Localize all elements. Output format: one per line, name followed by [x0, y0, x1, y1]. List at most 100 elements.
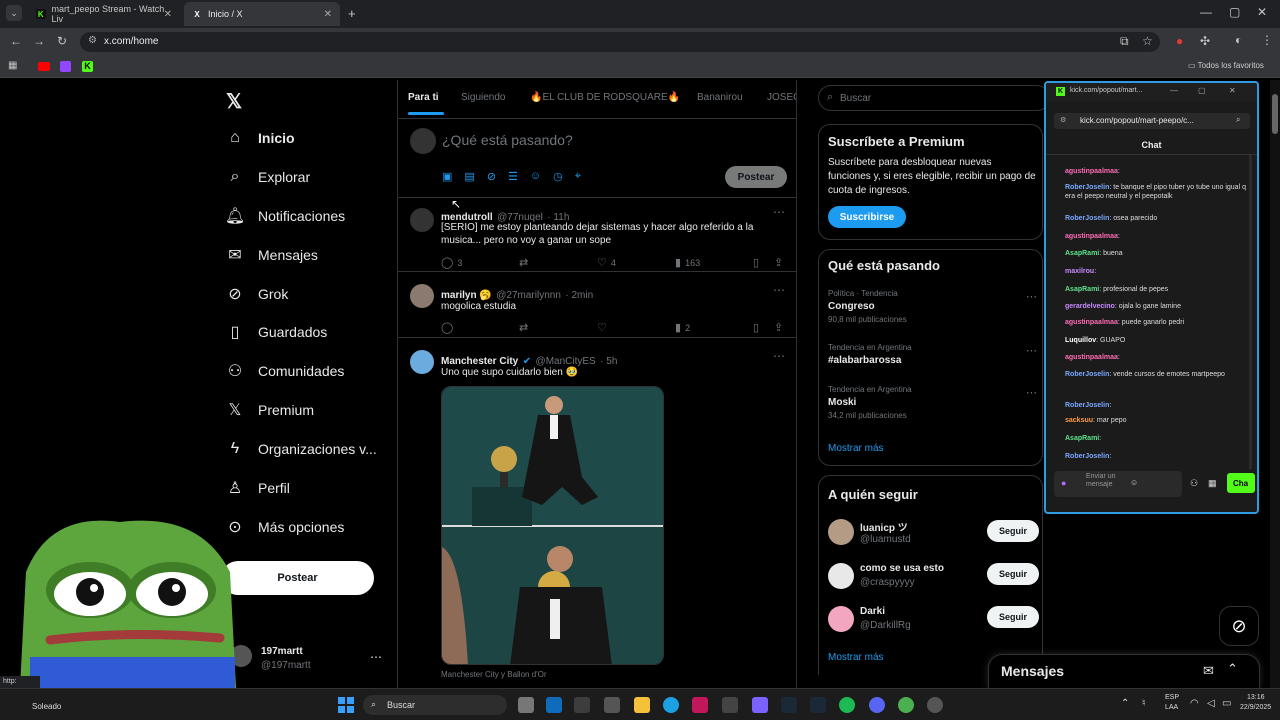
- chat-username[interactable]: RoberJoselin: [1065, 184, 1109, 191]
- nav-item-perfil[interactable]: ♙ Perfil: [226, 479, 290, 497]
- repost-button[interactable]: ⇄: [519, 321, 532, 334]
- star-icon[interactable]: ☆: [1142, 34, 1153, 48]
- profile-icon[interactable]: ◐: [1235, 33, 1242, 47]
- tweet-media[interactable]: [441, 386, 664, 665]
- windows-start-icon[interactable]: [338, 697, 354, 713]
- chat-username[interactable]: RoberJoselin: [1065, 215, 1109, 222]
- poll-icon[interactable]: ☰: [508, 170, 518, 183]
- extension-icon[interactable]: ●: [1176, 34, 1183, 48]
- more-icon[interactable]: ⋯: [1026, 344, 1037, 357]
- follow-button[interactable]: Seguir: [987, 520, 1039, 542]
- menu-dots-icon[interactable]: ⋮: [1261, 33, 1273, 47]
- follow-avatar[interactable]: [828, 519, 854, 545]
- nav-item-grok[interactable]: ⊘ Grok: [226, 285, 288, 303]
- emote-icon[interactable]: ☺: [1130, 478, 1138, 487]
- app-icon[interactable]: [927, 697, 943, 713]
- minimize-icon[interactable]: —: [1170, 86, 1178, 95]
- subscribe-button[interactable]: Suscribirse: [828, 206, 906, 228]
- nav-item-premium[interactable]: 𝕏 Premium: [226, 401, 314, 419]
- wifi-icon[interactable]: ◠: [1190, 698, 1199, 709]
- share-button[interactable]: ⇪: [774, 256, 787, 269]
- chat-username[interactable]: maxilrou: [1065, 268, 1094, 275]
- follow-show-more[interactable]: Mostrar más: [828, 652, 884, 663]
- epic-games-icon[interactable]: [722, 697, 738, 713]
- battery-icon[interactable]: ▭: [1222, 698, 1231, 709]
- emoji-icon[interactable]: ☺: [530, 170, 541, 183]
- nav-item-explorar[interactable]: ⌕ Explorar: [226, 168, 311, 186]
- reload-icon[interactable]: ↻: [57, 34, 67, 48]
- chrome-icon[interactable]: [898, 697, 914, 713]
- nav-item-organizaciones[interactable]: ϟ Organizaciones v...: [226, 440, 377, 458]
- trend-item[interactable]: Tendencia en Argentina Moski 34,2 mil pu…: [828, 385, 1036, 420]
- post-button[interactable]: Postear: [221, 561, 374, 595]
- youtube-bookmark-icon[interactable]: [38, 62, 50, 71]
- tab-bananirou[interactable]: Bananirou: [697, 92, 743, 103]
- chevron-up-icon[interactable]: ⌃: [1227, 661, 1238, 677]
- chat-username[interactable]: AsapRami: [1065, 286, 1099, 293]
- like-button[interactable]: ♡: [597, 321, 611, 334]
- close-icon[interactable]: ✕: [1229, 86, 1236, 95]
- app-icon[interactable]: [574, 697, 590, 713]
- chat-username[interactable]: Luquillov: [1065, 337, 1096, 344]
- more-icon[interactable]: ⋯: [773, 205, 785, 219]
- task-view-icon[interactable]: [518, 697, 534, 713]
- search-input[interactable]: Buscar: [840, 93, 871, 104]
- image-icon[interactable]: ▣: [442, 170, 452, 183]
- follow-avatar[interactable]: [828, 563, 854, 589]
- tab-x-home[interactable]: X Inicio / X ✕: [184, 2, 340, 26]
- schedule-icon[interactable]: ◷: [553, 170, 563, 183]
- chat-input[interactable]: ● Enviar un mensaje ☺: [1054, 471, 1182, 497]
- microphone-icon[interactable]: ●: [1061, 478, 1066, 488]
- chat-username[interactable]: AsapRami: [1065, 435, 1099, 442]
- edge-icon[interactable]: [663, 697, 679, 713]
- grok-float-button[interactable]: ⊘: [1219, 606, 1259, 646]
- maximize-icon[interactable]: ▢: [1198, 86, 1206, 95]
- users-icon[interactable]: ⚇: [1190, 478, 1198, 489]
- chat-username[interactable]: agustinpaalmaa: [1065, 354, 1118, 361]
- minimize-icon[interactable]: —: [1200, 5, 1212, 19]
- search-box[interactable]: ⌕ Buscar: [818, 85, 1050, 111]
- close-window-icon[interactable]: ✕: [1257, 5, 1267, 19]
- tab-search-icon[interactable]: ⌄: [6, 5, 22, 21]
- chevron-up-icon[interactable]: ⌃: [1121, 698, 1129, 709]
- tweet-avatar[interactable]: [410, 208, 434, 232]
- chat-username[interactable]: AsapRami: [1065, 250, 1099, 257]
- new-tab-icon[interactable]: +: [348, 6, 356, 21]
- chat-username[interactable]: RoberJoselin: [1065, 453, 1109, 460]
- x-logo-icon[interactable]: 𝕏: [226, 89, 242, 114]
- file-explorer-icon[interactable]: [634, 697, 650, 713]
- nav-item-inicio[interactable]: ⌂ Inicio: [226, 129, 294, 147]
- views-button[interactable]: ▮ 163: [675, 256, 700, 269]
- trend-item[interactable]: Tendencia en Argentina #alabarbarossa: [828, 343, 1036, 366]
- follow-name[interactable]: luanicp ツ: [860, 519, 908, 534]
- trends-show-more[interactable]: Mostrar más: [828, 443, 884, 454]
- close-icon[interactable]: ✕: [324, 9, 332, 20]
- url-bar[interactable]: ⚙ x.com/home: [80, 32, 1160, 52]
- taskbar-search[interactable]: ⌕ Buscar: [363, 695, 507, 715]
- tweet-card[interactable]: marilyn 🥱 @27marilynnn · 2min ⋯ mogolica…: [398, 276, 796, 338]
- store-icon[interactable]: [604, 697, 620, 713]
- follow-avatar[interactable]: [828, 606, 854, 632]
- app-icon[interactable]: [692, 697, 708, 713]
- gift-icon[interactable]: ▦: [1208, 478, 1217, 489]
- tab-kick-stream[interactable]: K mart_peepo Stream - Watch Liv ✕: [28, 2, 180, 26]
- more-icon[interactable]: ⋯: [1026, 386, 1037, 399]
- clock-time[interactable]: 13:16: [1247, 694, 1265, 701]
- gif-icon[interactable]: ▤: [464, 170, 474, 183]
- compose-input[interactable]: ¿Qué está pasando?: [442, 132, 573, 148]
- tab-club-rodsquare[interactable]: 🔥EL CLUB DE RODSQUARE🔥: [530, 92, 680, 103]
- more-icon[interactable]: ⋯: [773, 349, 785, 363]
- chat-username[interactable]: RoberJoselin: [1065, 402, 1109, 409]
- grok-icon[interactable]: ⊘: [487, 170, 496, 183]
- follow-button[interactable]: Seguir: [987, 606, 1039, 628]
- language-indicator[interactable]: ESP: [1165, 694, 1179, 701]
- tweet-card[interactable]: Manchester City ✔ @ManCityES · 5h ⋯ Uno …: [398, 342, 796, 688]
- reply-button[interactable]: ◯: [441, 321, 457, 334]
- more-icon[interactable]: ⋯: [773, 283, 785, 297]
- tab-siguiendo[interactable]: Siguiendo: [461, 92, 505, 103]
- repost-button[interactable]: ⇄: [519, 256, 532, 269]
- back-icon[interactable]: ←: [10, 34, 22, 48]
- outlook-icon[interactable]: [546, 697, 562, 713]
- maximize-icon[interactable]: ▢: [1229, 5, 1240, 19]
- tweet-avatar[interactable]: [410, 284, 434, 308]
